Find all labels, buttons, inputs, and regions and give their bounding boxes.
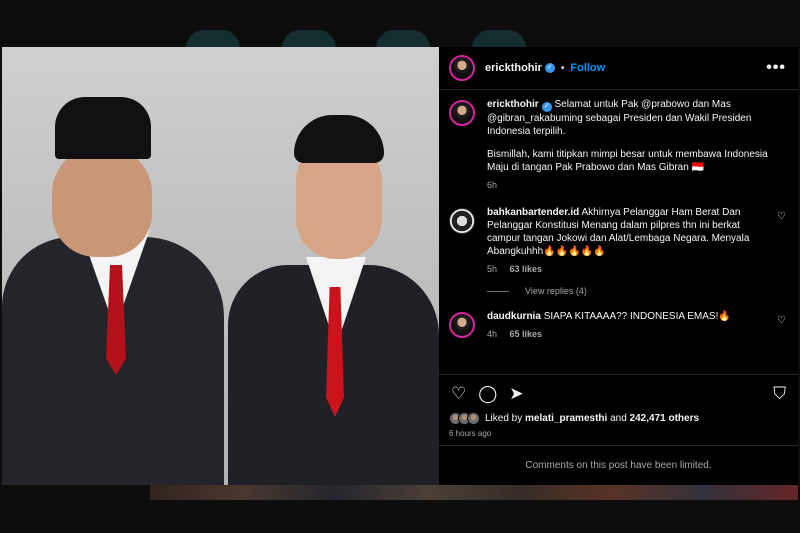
like-comment-heart-icon[interactable]: ♡ xyxy=(777,211,786,222)
post-actions-bar: ♡ ◯ ➤ ⛉ xyxy=(439,374,798,412)
author-avatar[interactable] xyxy=(449,55,475,81)
story-ring xyxy=(376,30,430,48)
story-ring xyxy=(186,30,240,48)
comment-item: daudkurnia SIAPA KITAAAA?? INDONESIA EMA… xyxy=(449,310,786,341)
comment-item: bahkanbartender.id Akhirnya Pelanggar Ha… xyxy=(449,206,786,276)
commenter-username[interactable]: daudkurnia xyxy=(487,311,541,322)
view-replies-button[interactable]: View replies (4) xyxy=(487,286,786,296)
comment-time: 4h xyxy=(487,329,498,339)
commenter-avatar[interactable] xyxy=(449,208,475,234)
commenter-username[interactable]: bahkanbartender.id xyxy=(487,207,579,218)
like-comment-heart-icon[interactable]: ♡ xyxy=(777,315,786,326)
post-photo xyxy=(2,47,439,485)
follow-button[interactable]: Follow xyxy=(570,62,605,74)
view-replies-label: View replies (4) xyxy=(525,286,587,296)
verified-badge-icon: ✓ xyxy=(541,102,552,112)
caption-username[interactable]: erickthohir xyxy=(487,99,539,110)
more-options-icon[interactable]: ••• xyxy=(766,59,786,77)
author-username[interactable]: erickthohir xyxy=(485,62,542,74)
comments-limited-notice: Comments on this post have been limited. xyxy=(439,445,798,485)
story-ring xyxy=(282,30,336,48)
liker-avatar xyxy=(467,412,480,425)
post-header: erickthohir ✓ • Follow ••• xyxy=(439,47,798,90)
post-modal: erickthohir ✓ • Follow ••• erickthohir ✓ … xyxy=(2,47,798,485)
background-post-strip xyxy=(150,484,798,500)
comments-list[interactable]: erickthohir ✓ Selamat untuk Pak @prabowo … xyxy=(439,90,798,374)
post-timestamp: 6 hours ago xyxy=(449,429,492,438)
comment-text: SIAPA KITAAAA?? INDONESIA EMAS!🔥 xyxy=(543,311,731,322)
save-bookmark-icon[interactable]: ⛉ xyxy=(773,384,786,404)
caption: erickthohir ✓ Selamat untuk Pak @prabowo … xyxy=(449,98,786,192)
author-avatar[interactable] xyxy=(449,100,475,126)
replies-divider-line xyxy=(487,290,509,292)
likes-summary: Liked by melati_pramesthi and 242,471 ot… xyxy=(439,412,798,425)
separator-dot: • xyxy=(560,62,565,74)
share-paper-plane-icon[interactable]: ➤ xyxy=(509,384,523,404)
liked-by-user[interactable]: melati_pramesthi xyxy=(525,413,607,424)
comment-time: 5h xyxy=(487,264,498,274)
caption-time: 6h xyxy=(487,180,498,190)
photo-person-left xyxy=(2,47,242,485)
comment-bubble-icon[interactable]: ◯ xyxy=(478,384,497,404)
liked-by-others-count[interactable]: 242,471 others xyxy=(630,413,700,424)
post-side-panel: erickthohir ✓ • Follow ••• erickthohir ✓ … xyxy=(439,47,798,485)
commenter-avatar[interactable] xyxy=(449,312,475,338)
liked-by-prefix: Liked by xyxy=(485,413,523,424)
verified-badge-icon: ✓ xyxy=(544,63,555,73)
photo-person-right xyxy=(220,47,439,485)
caption-text-2: Bismillah, kami titipkan mimpi besar unt… xyxy=(487,149,768,173)
comment-likes[interactable]: 63 likes xyxy=(510,264,543,274)
liked-by-and: and xyxy=(610,413,627,424)
story-ring xyxy=(472,30,526,48)
like-heart-icon[interactable]: ♡ xyxy=(451,384,466,404)
comment-likes[interactable]: 65 likes xyxy=(510,329,543,339)
